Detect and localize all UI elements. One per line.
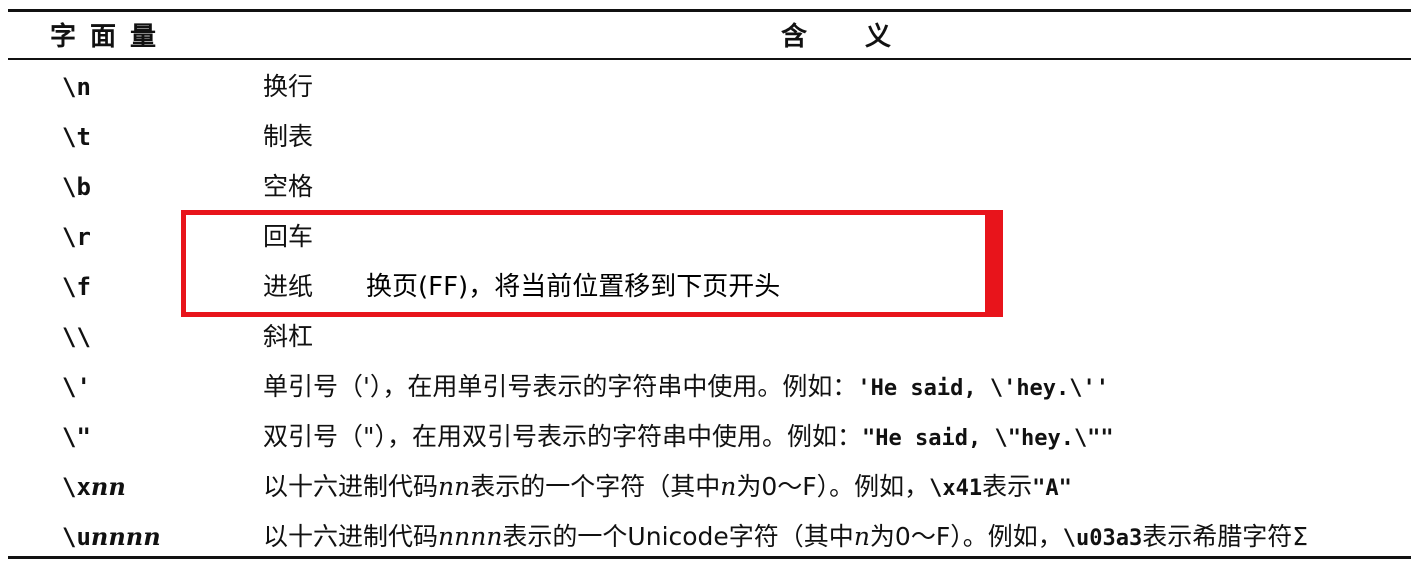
annotation-note: 换页(FF)，将当前位置移到下页开头 bbox=[366, 272, 781, 302]
table-row: \\ 斜杠 bbox=[0, 312, 1417, 362]
table-bottom-rule bbox=[8, 556, 1411, 559]
table-row: \t 制表 bbox=[0, 112, 1417, 162]
table-row: \" 双引号（"），在用双引号表示的字符串中使用。例如："He said, \"… bbox=[0, 412, 1417, 462]
meaning-cell: 以十六进制代码nn表示的一个字符（其中n为0～F）。例如，\x41表示"A" bbox=[263, 462, 1072, 514]
literal-prefix: \u bbox=[62, 523, 91, 551]
table-header-rule bbox=[8, 58, 1411, 60]
literal-cell: \f bbox=[62, 273, 91, 301]
table-row: \unnnn 以十六进制代码nnnn表示的一个Unicode字符（其中n为0～F… bbox=[0, 512, 1417, 562]
literal-cell: \' bbox=[62, 373, 91, 401]
table-top-rule bbox=[8, 9, 1411, 12]
table-row: \' 单引号（'），在用单引号表示的字符串中使用。例如：'He said, \'… bbox=[0, 362, 1417, 412]
meaning-text: 表示希腊字符Σ bbox=[1142, 522, 1308, 551]
meaning-cell: 空格 bbox=[263, 172, 314, 201]
meaning-variable: n bbox=[720, 472, 737, 501]
example-code: 'He said, \'hey.\'' bbox=[857, 376, 1110, 401]
meaning-cell: 斜杠 bbox=[263, 322, 314, 351]
meaning-text: 表示的一个Unicode字符（其中 bbox=[502, 522, 854, 551]
example-code: \x41 bbox=[929, 476, 983, 501]
example-code: "A" bbox=[1032, 476, 1072, 501]
literal-cell: \\ bbox=[62, 323, 91, 351]
meaning-text: 表示 bbox=[982, 472, 1033, 501]
meaning-text: 表示的一个字符（其中 bbox=[470, 472, 721, 501]
meaning-cell: 单引号（'），在用单引号表示的字符串中使用。例如：'He said, \'hey… bbox=[263, 362, 1109, 414]
meaning-text: 以十六进制代码 bbox=[263, 522, 439, 551]
header-literal: 字面量 bbox=[50, 22, 171, 52]
example-code: "He said, \"hey.\"" bbox=[862, 426, 1114, 451]
meaning-text: 以十六进制代码 bbox=[263, 472, 439, 501]
meaning-text: 双引号（"），在用双引号表示的字符串中使用。例如： bbox=[263, 422, 863, 451]
header-meaning: 含义 bbox=[781, 22, 950, 52]
table-row: \b 空格 bbox=[0, 162, 1417, 212]
meaning-placeholder: nn bbox=[438, 472, 471, 501]
table-row: \n 换行 bbox=[0, 62, 1417, 112]
meaning-cell: 双引号（"），在用双引号表示的字符串中使用。例如："He said, \"hey… bbox=[263, 412, 1114, 464]
literal-placeholder: nnnn bbox=[90, 522, 161, 551]
meaning-text: 为0～F）。例如， bbox=[736, 472, 930, 501]
meaning-text: 为0～F）。例如， bbox=[869, 522, 1063, 551]
meaning-placeholder: nnnn bbox=[438, 522, 503, 551]
meaning-cell: 制表 bbox=[263, 122, 314, 151]
literal-cell: \b bbox=[62, 173, 91, 201]
meaning-variable: n bbox=[853, 522, 870, 551]
example-code: \u03a3 bbox=[1062, 526, 1143, 551]
meaning-text: 单引号（'），在用单引号表示的字符串中使用。例如： bbox=[263, 372, 858, 401]
meaning-cell: 换行 bbox=[263, 72, 314, 101]
literal-cell: \r bbox=[62, 223, 91, 251]
literal-cell: \unnnn bbox=[62, 512, 161, 562]
literal-prefix: \x bbox=[62, 473, 91, 501]
literal-cell: \" bbox=[62, 423, 91, 451]
table-row: \xnn 以十六进制代码nn表示的一个字符（其中n为0～F）。例如，\x41表示… bbox=[0, 462, 1417, 512]
literal-cell: \t bbox=[62, 123, 91, 151]
literal-cell: \n bbox=[62, 73, 91, 101]
literal-cell: \xnn bbox=[62, 462, 126, 512]
literal-placeholder: nn bbox=[90, 472, 126, 501]
